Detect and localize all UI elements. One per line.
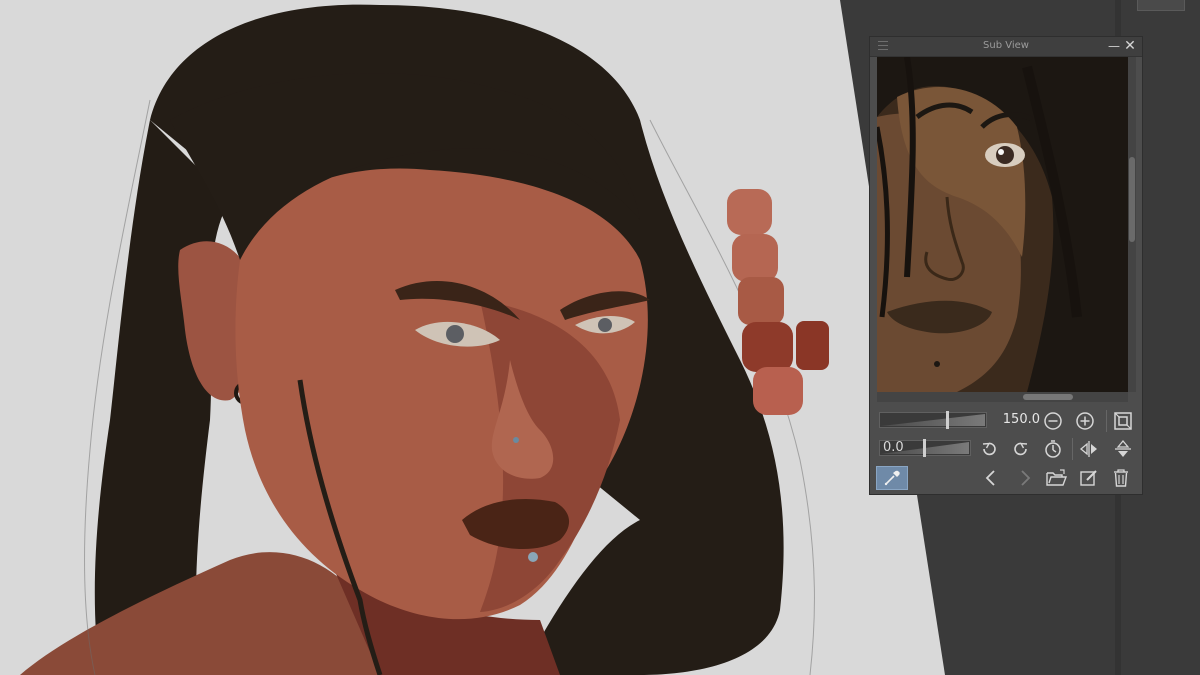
- reference-image: [877, 57, 1128, 392]
- zoom-out-icon[interactable]: [1042, 410, 1064, 432]
- panel-tab[interactable]: [1137, 0, 1185, 11]
- horizontal-scroll-thumb[interactable]: [1023, 394, 1073, 400]
- panel-title: Sub View: [983, 40, 1029, 51]
- toolbar-separator: [1106, 410, 1107, 432]
- rotation-slider-knob[interactable]: [923, 439, 926, 457]
- chevron-left-icon[interactable]: [980, 467, 1002, 489]
- rotation-row: 0.0: [870, 436, 1142, 464]
- flip-horizontal-icon[interactable]: [1078, 438, 1100, 460]
- zoom-in-icon[interactable]: [1074, 410, 1096, 432]
- minimize-icon[interactable]: —: [1108, 39, 1120, 53]
- zoom-row: 150.0: [870, 408, 1142, 436]
- zoom-value[interactable]: 150.0: [994, 412, 1040, 427]
- rotate-right-icon[interactable]: [1010, 438, 1032, 460]
- zoom-slider[interactable]: [879, 411, 987, 429]
- open-folder-icon[interactable]: [1046, 467, 1068, 489]
- vertical-scrollbar[interactable]: [1128, 57, 1136, 392]
- rotate-left-icon[interactable]: [978, 438, 1000, 460]
- close-icon[interactable]: ✕: [1123, 38, 1137, 54]
- toolbar-separator: [1072, 438, 1073, 460]
- trash-icon[interactable]: [1110, 467, 1132, 489]
- reset-rotation-icon[interactable]: [1042, 438, 1064, 460]
- reference-image-preview[interactable]: [877, 57, 1128, 392]
- zoom-slider-knob[interactable]: [946, 411, 949, 429]
- flip-vertical-icon[interactable]: [1112, 438, 1134, 460]
- panel-titlebar[interactable]: Sub View — ✕: [870, 37, 1142, 57]
- rotation-value[interactable]: 0.0: [883, 440, 923, 455]
- image-tools-row: [870, 464, 1142, 492]
- edit-icon[interactable]: [1078, 467, 1100, 489]
- chevron-right-icon[interactable]: [1014, 467, 1036, 489]
- eyedropper-button[interactable]: [876, 466, 908, 490]
- horizontal-scrollbar[interactable]: [877, 392, 1128, 402]
- vertical-scroll-thumb[interactable]: [1129, 157, 1135, 242]
- eyedropper-icon: [884, 470, 900, 486]
- fit-to-view-icon[interactable]: [1112, 410, 1134, 432]
- sub-view-panel: Sub View — ✕ 150.0 0.0: [869, 36, 1143, 495]
